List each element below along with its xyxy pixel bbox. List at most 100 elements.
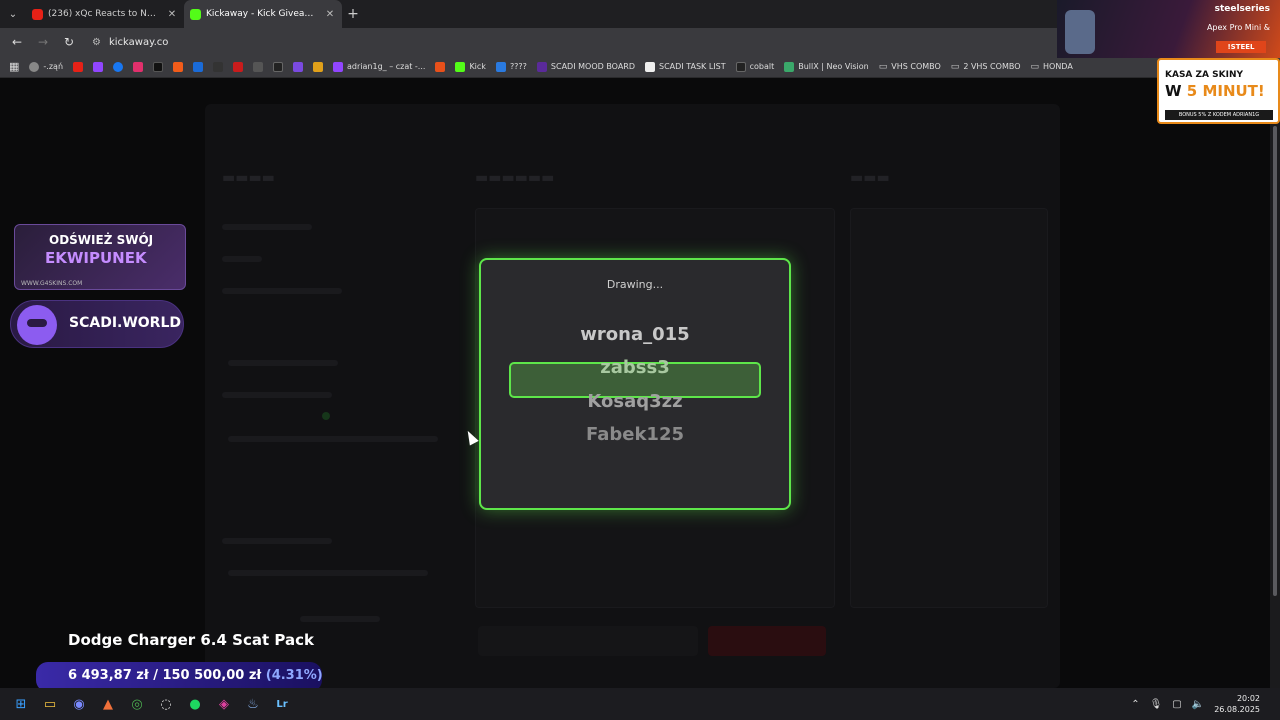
bookmark-icon [173, 61, 184, 72]
reel-name: Kosaq3zz [587, 391, 683, 412]
scadi-world-overlay: SCADI.WORLD [10, 300, 184, 348]
winners-panel-dimmed [850, 208, 1048, 608]
bookmark-scadi-task-list[interactable]: SCADI TASK LIST [642, 61, 729, 72]
chevron-up-icon[interactable]: ⌃ [1131, 699, 1139, 710]
skins-ad-overlay: KASA ZA SKINY W 5 MINUT! BONUS 5% Z KODE… [1157, 58, 1280, 124]
bookmark-icon [253, 61, 264, 72]
tiktok-icon [273, 61, 284, 72]
bookmark-cobalt[interactable]: cobalt [733, 61, 778, 72]
clock[interactable]: 20:02 26.08.2025 [1214, 693, 1260, 715]
site-settings-icon[interactable]: ⚙ [92, 37, 101, 48]
bookmark-folder-honda[interactable]: ▭ HONDA [1027, 62, 1075, 72]
mascot-icon [17, 305, 57, 345]
reel-name-selected: zabss3 [600, 357, 670, 378]
display-icon[interactable]: ▢ [1172, 699, 1181, 710]
page-content: ▬▬▬▬ ▬▬▬▬▬▬ ▬▬▬ Drawing... wrona_015 zab… [0, 78, 1270, 688]
page-scrollbar[interactable] [1270, 78, 1280, 688]
twitch-icon [93, 61, 104, 72]
dimmed-red-button [708, 626, 826, 656]
steam-icon[interactable]: ♨ [240, 691, 266, 717]
bookmark-folder-2-vhs-combo[interactable]: ▭ 2 VHS COMBO [948, 62, 1024, 72]
close-tab-icon[interactable]: ✕ [166, 9, 178, 20]
discord-icon[interactable]: ◉ [66, 691, 92, 717]
system-tray: ⌃ 🎙 ▢ 🔈 20:02 26.08.2025 [1131, 688, 1260, 720]
bookmark-item[interactable] [290, 61, 306, 72]
bookmark-facebook[interactable] [110, 61, 126, 72]
youtube-icon [32, 8, 43, 20]
file-explorer-icon[interactable]: ▭ [37, 691, 63, 717]
reel-name: wrona_015 [580, 324, 690, 345]
tip-icon [213, 61, 224, 72]
scrollbar-thumb[interactable] [1273, 126, 1277, 596]
microphone-icon[interactable]: 🎙 [1150, 699, 1163, 710]
volume-icon[interactable]: 🔈 [1192, 699, 1204, 710]
bookmark-icon [735, 61, 746, 72]
apps-grid-icon[interactable]: ▦ [6, 60, 22, 73]
obs-icon[interactable]: ◌ [153, 691, 179, 717]
tab-youtube[interactable]: (236) xQc Reacts to NEW Minecraft ✕ [26, 0, 184, 28]
bookmark-item[interactable] [250, 61, 266, 72]
tab-search-chevron-icon[interactable]: ⌄ [0, 0, 26, 28]
reel-name: Fabek125 [585, 424, 685, 445]
bookmark-adrian-chat[interactable]: adrian1g_ – czat -... [330, 61, 428, 72]
bookmark-x[interactable] [150, 61, 166, 72]
bookmark-item[interactable]: ???? [493, 61, 530, 72]
reload-icon[interactable]: ↻ [58, 31, 80, 53]
app-icon[interactable]: ▲ [95, 691, 121, 717]
bookmark-bullx[interactable]: BullX | Neo Vision [781, 61, 871, 72]
new-tab-button[interactable]: + [342, 6, 364, 22]
folder-icon: ▭ [950, 61, 960, 72]
back-arrow-icon[interactable]: ← [6, 31, 28, 53]
bookmark-instagram[interactable] [130, 61, 146, 72]
bookmark-kick[interactable]: Kick [452, 61, 489, 72]
settings-heading-dimmed: ▬▬▬▬ [222, 170, 275, 186]
bookmark-item[interactable]: -.ząń [26, 61, 66, 72]
bookmark-folder-vhs-combo[interactable]: ▭ VHS COMBO [876, 62, 944, 72]
drawing-modal: Drawing... wrona_015 zabss3 Kosaq3zz Fab… [479, 258, 791, 510]
bookmark-icon [233, 61, 244, 72]
kick-icon [190, 8, 201, 20]
app-icon[interactable]: ◈ [211, 691, 237, 717]
paypal-icon [193, 61, 204, 72]
bookmark-tip[interactable] [210, 61, 226, 72]
close-tab-icon[interactable]: ✕ [324, 9, 336, 20]
tab-kickaway[interactable]: Kickaway - Kick Giveaway Tool ✕ [184, 0, 342, 28]
bookmark-icon [784, 61, 795, 72]
steelseries-ad-overlay: steelseries Apex Pro Mini & !STEEL [1057, 0, 1280, 58]
url-input[interactable]: ⚙ kickaway.co [84, 31, 1024, 53]
kick-icon [455, 61, 466, 72]
bookmarks-bar: ▦ -.ząń adrian1g_ – czat -... Kick ???? … [0, 56, 1280, 78]
bookmark-item[interactable] [230, 61, 246, 72]
instagram-icon [133, 61, 144, 72]
bookmark-icon [313, 61, 324, 72]
bookmark-icon [293, 61, 304, 72]
bookmark-tiktok[interactable] [270, 61, 286, 72]
bookmark-item[interactable] [432, 61, 448, 72]
participants-heading-dimmed: ▬▬▬▬▬▬ [475, 170, 555, 186]
bookmark-scadi-mood-board[interactable]: SCADI MOOD BOARD [534, 61, 638, 72]
robot-mascot-icon [1065, 10, 1095, 54]
chrome-icon[interactable]: ◎ [124, 691, 150, 717]
forward-arrow-icon[interactable]: → [32, 31, 54, 53]
bookmark-paypal[interactable] [190, 61, 206, 72]
goal-amount: 6 493,87 zł / 150 500,00 zł (4.31%) [68, 668, 323, 683]
dimmed-secondary-button [478, 626, 698, 656]
lightroom-icon[interactable]: Lr [269, 691, 295, 717]
bookmark-icon [435, 61, 446, 72]
x-icon [153, 61, 164, 72]
bookmark-item[interactable] [170, 61, 186, 72]
taskbar: ⊞ ▭ ◉ ▲ ◎ ◌ ● ◈ ♨ Lr ⌃ 🎙 ▢ 🔈 20:02 26.08… [0, 688, 1280, 720]
spotify-icon[interactable]: ● [182, 691, 208, 717]
equipment-ad-overlay: ODŚWIEŻ SWÓJ EKWIPUNEK WWW.G4SKINS.COM [14, 224, 186, 290]
bookmark-twitch[interactable] [90, 61, 106, 72]
tab-label: (236) xQc Reacts to NEW Minecraft [48, 9, 161, 19]
bookmark-youtube[interactable] [70, 61, 86, 72]
bookmark-icon [495, 61, 506, 72]
folder-icon: ▭ [878, 61, 888, 72]
bookmark-icon [536, 61, 547, 72]
bookmark-item[interactable] [310, 61, 326, 72]
modal-title: Drawing... [606, 278, 664, 291]
windows-start-icon[interactable]: ⊞ [8, 691, 34, 717]
tab-label: Kickaway - Kick Giveaway Tool [206, 9, 319, 19]
facebook-icon [113, 61, 124, 72]
